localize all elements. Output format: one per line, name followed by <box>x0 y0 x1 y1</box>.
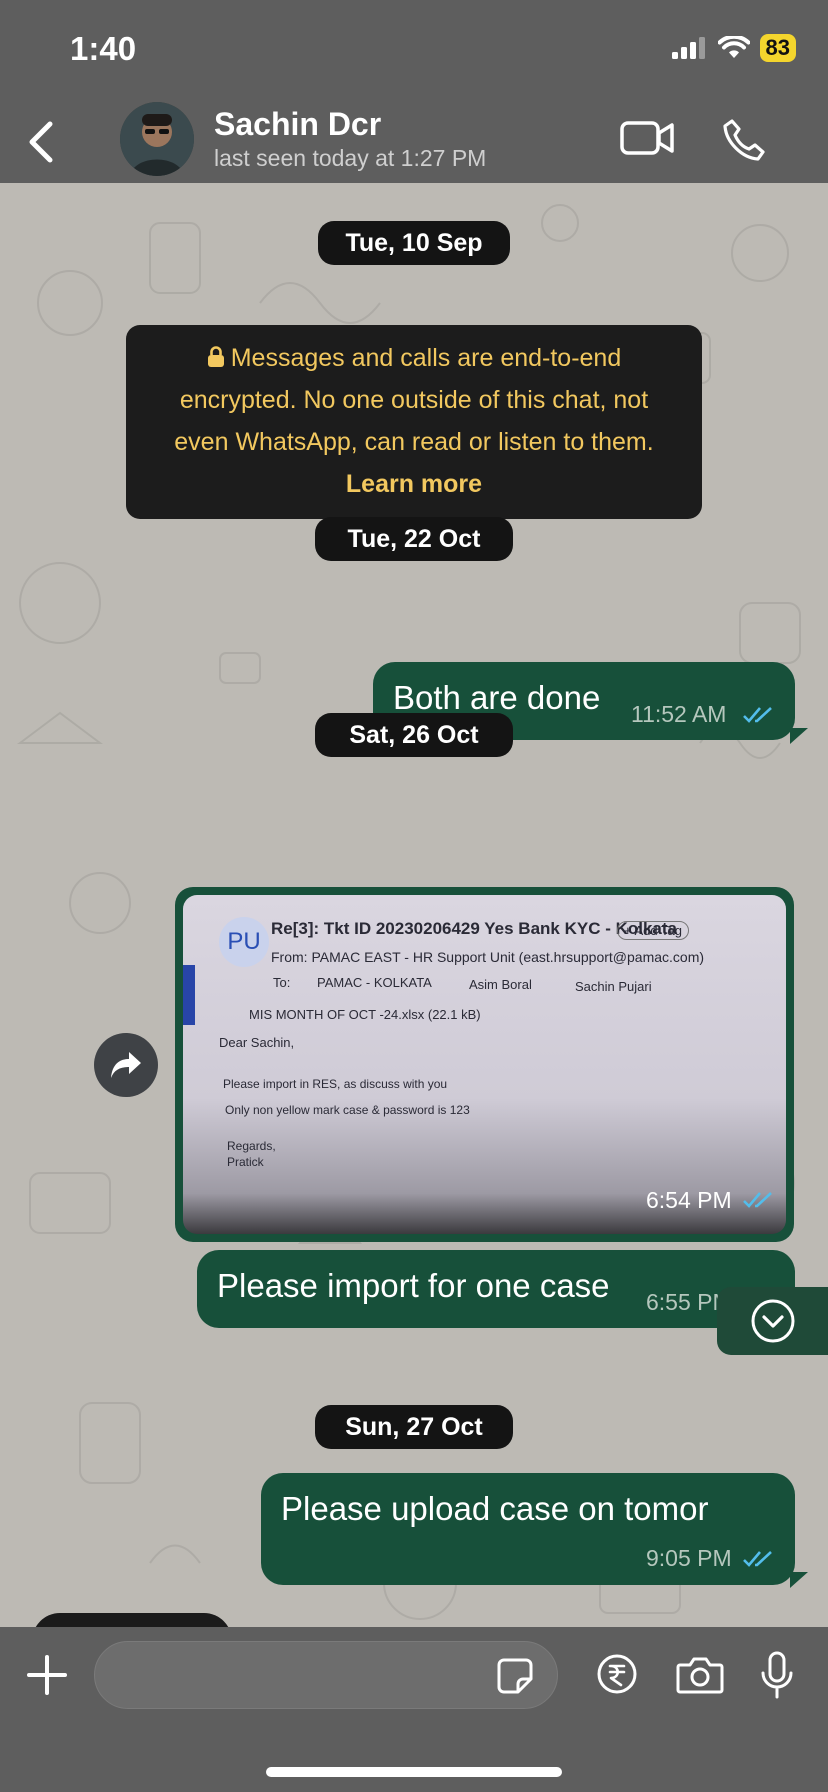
read-ticks-icon <box>743 1551 772 1567</box>
email-to-2: Asim Boral <box>469 977 532 992</box>
date-separator: Tue, 22 Oct <box>315 517 513 561</box>
email-body-line: Only non yellow mark case & password is … <box>225 1103 470 1117</box>
plus-icon[interactable] <box>26 1654 68 1696</box>
microphone-icon[interactable] <box>760 1651 794 1699</box>
date-separator: Sun, 27 Oct <box>315 1405 513 1449</box>
read-ticks-icon <box>743 707 772 723</box>
bubble-tail <box>790 728 808 744</box>
encryption-notice[interactable]: Messages and calls are end-to-end encryp… <box>126 325 702 519</box>
wifi-icon <box>717 36 750 58</box>
email-avatar: PU <box>219 917 269 967</box>
email-body-line: Pratick <box>227 1155 264 1169</box>
email-from: From: PAMAC EAST - HR Support Unit (east… <box>271 949 705 965</box>
home-indicator <box>266 1767 562 1777</box>
message-text: Both are done <box>393 679 601 716</box>
message-text: Please import for one case <box>217 1267 610 1304</box>
message-time: 6:54 PM <box>646 1187 732 1213</box>
email-body-line: Please import in RES, as discuss with yo… <box>223 1077 448 1091</box>
status-icons: 83 <box>671 34 796 62</box>
contact-name[interactable]: Sachin Dcr <box>214 106 381 143</box>
date-separator: Sat, 26 Oct <box>315 713 513 757</box>
lock-icon <box>207 346 224 367</box>
signal-icon <box>671 37 705 59</box>
message-input[interactable] <box>94 1641 558 1709</box>
message-time: 9:05 PM <box>646 1545 732 1571</box>
forward-icon <box>111 1052 141 1078</box>
email-to-label: To: <box>273 975 291 990</box>
scroll-to-bottom-button[interactable] <box>717 1287 828 1355</box>
date-separator: Tue, 10 Sep <box>318 221 510 265</box>
battery-indicator: 83 <box>759 34 796 62</box>
last-seen-status: last seen today at 1:27 PM <box>214 145 487 171</box>
read-ticks-icon <box>743 1192 772 1208</box>
forward-button[interactable] <box>94 1033 158 1097</box>
message-composer <box>0 1627 828 1792</box>
camera-icon[interactable] <box>676 1655 724 1695</box>
avatar[interactable] <box>120 102 194 176</box>
message-bubble[interactable]: Please import for one case 6:55 PM <box>197 1250 795 1328</box>
bubble-tail <box>790 1572 808 1588</box>
message-time: 11:52 AM <box>631 701 727 727</box>
email-screenshot-image[interactable]: PU Re[3]: Tkt ID 20230206429 Yes Bank KY… <box>183 895 786 1234</box>
encryption-line-3: even WhatsApp, can read or listen to the… <box>174 428 654 456</box>
image-message[interactable]: PU Re[3]: Tkt ID 20230206429 Yes Bank KY… <box>175 887 794 1242</box>
chat-header: 1:40 83 Sachin Dcr last seen today at 1:… <box>0 0 828 183</box>
rupee-icon[interactable] <box>596 1653 638 1695</box>
email-add-tag: + Add Tag <box>617 921 689 940</box>
learn-more-link[interactable]: Learn more <box>126 463 702 505</box>
chat-area[interactable]: Tue, 10 Sep Messages and calls are end-t… <box>0 183 828 1627</box>
incoming-message-partial <box>32 1613 232 1627</box>
chevron-down-icon <box>751 1299 794 1343</box>
message-text: Please upload case on tomor <box>281 1490 709 1527</box>
email-to-1: PAMAC - KOLKATA <box>317 975 432 990</box>
email-attachment: MIS MONTH OF OCT -24.xlsx (22.1 kB) <box>249 1007 481 1022</box>
email-to-3: Sachin Pujari <box>575 979 652 994</box>
encryption-line-1: Messages and calls are end-to-end <box>230 344 622 372</box>
email-body-line: Dear Sachin, <box>219 1035 295 1050</box>
back-chevron-icon[interactable] <box>22 118 58 166</box>
video-call-icon[interactable] <box>620 118 674 158</box>
encryption-line-2: encrypted. No one outside of this chat, … <box>179 386 649 414</box>
status-time: 1:40 <box>70 30 137 67</box>
phone-icon[interactable] <box>722 118 766 162</box>
message-bubble[interactable]: Please upload case on tomor 9:05 PM <box>261 1473 795 1585</box>
sticker-icon[interactable] <box>496 1657 534 1695</box>
email-body-line: Regards, <box>227 1139 276 1153</box>
